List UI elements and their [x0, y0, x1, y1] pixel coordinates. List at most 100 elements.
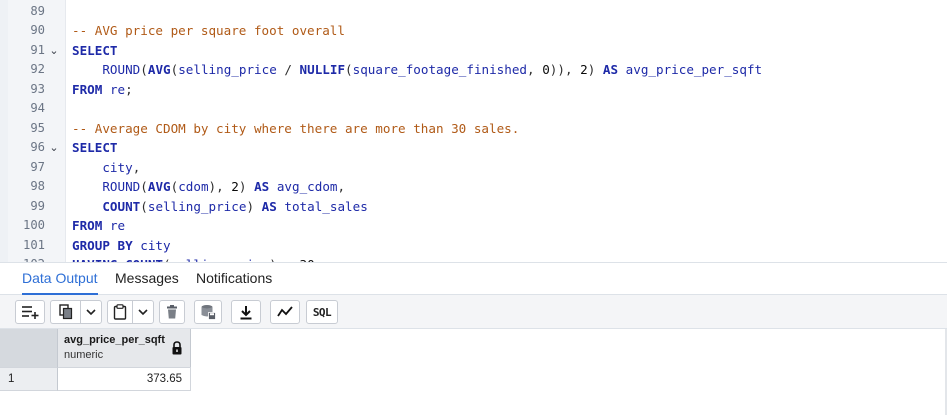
sql-label: SQL: [312, 305, 332, 319]
code-line[interactable]: 92 ROUND(AVG(selling_price / NULLIF(squa…: [0, 60, 947, 80]
code-line[interactable]: 101 GROUP BY city: [0, 236, 947, 256]
code-text: FROM re;: [72, 80, 133, 100]
code-token: ,: [337, 179, 346, 194]
fold-chevron-icon[interactable]: ⌄: [47, 41, 61, 61]
code-line[interactable]: 93 FROM re;: [0, 80, 947, 100]
line-number: 100: [22, 218, 45, 232]
add-row-button[interactable]: [15, 300, 45, 324]
code-line[interactable]: 90 -- AVG price per square foot overall: [0, 21, 947, 41]
results-toolbar: SQL: [0, 295, 947, 329]
code-token: ROUND: [102, 62, 141, 77]
code-token: -- AVG price per square foot overall: [72, 23, 345, 38]
code-token: 2: [580, 62, 588, 77]
line-number: 97: [30, 159, 45, 174]
tab-messages[interactable]: Messages: [115, 263, 179, 294]
line-number: 94: [30, 101, 45, 115]
line-number: 89: [30, 3, 45, 18]
code-token: NULLIF: [299, 62, 346, 77]
code-text: ROUND(AVG(cdom), 2) AS avg_cdom,: [72, 177, 345, 197]
code-token: ROUND: [102, 179, 141, 194]
database-save-icon: [200, 304, 216, 320]
column-header-avg-price-per-sqft[interactable]: avg_price_per_sqft numeric: [58, 329, 191, 367]
code-token: FROM: [72, 218, 103, 233]
code-text: GROUP BY city: [72, 236, 171, 256]
code-token: (: [140, 179, 148, 194]
code-token: ): [246, 198, 262, 214]
code-token: cdom: [178, 179, 209, 194]
code-token: GROUP BY: [72, 237, 133, 253]
code-token: selling_price: [147, 198, 247, 214]
code-token: ): [238, 179, 255, 194]
row-number[interactable]: 1: [0, 367, 58, 391]
code-token: avg_price_per_sqft: [625, 62, 763, 77]
code-token: SELECT: [72, 42, 118, 58]
code-token: /: [276, 62, 300, 77]
graph-visualiser-button[interactable]: [270, 300, 300, 324]
code-token: -- Average CDOM by city where there are …: [72, 120, 520, 136]
line-number: 98: [30, 179, 45, 193]
code-text: -- AVG price per square foot overall: [72, 21, 345, 41]
column-type: numeric: [64, 349, 104, 361]
data-output-grid: avg_price_per_sqft numeric 1 373.65: [0, 329, 947, 415]
code-token: square_footage_finished: [352, 62, 528, 77]
code-token: re: [109, 218, 126, 233]
code-line[interactable]: 99 COUNT(selling_price) AS total_sales: [0, 197, 947, 217]
code-text: SELECT: [72, 138, 118, 158]
code-token: FROM: [72, 81, 103, 97]
tab-data-output[interactable]: Data Output: [22, 263, 98, 295]
code-line[interactable]: 96 ⌄ SELECT: [0, 138, 947, 158]
code-line[interactable]: 95 -- Average CDOM by city where there ar…: [0, 119, 947, 139]
code-token: ): [587, 62, 603, 77]
save-data-button[interactable]: [194, 300, 222, 324]
paste-button[interactable]: [107, 300, 132, 324]
line-number: 93: [30, 81, 45, 96]
code-token: )),: [549, 62, 581, 77]
code-token: 2: [231, 179, 239, 194]
grid-corner-cell[interactable]: [0, 329, 58, 367]
code-token: AS: [261, 198, 277, 214]
code-token: (: [345, 62, 353, 77]
line-number: 90: [30, 23, 45, 37]
line-number: 96: [30, 140, 45, 154]
code-token: city: [140, 237, 171, 253]
code-text: COUNT(selling_price) AS total_sales: [72, 197, 367, 217]
copy-icon: [58, 304, 73, 320]
tab-notifications[interactable]: Notifications: [196, 263, 272, 294]
code-text: HAVING COUNT(selling_price) > 30: [72, 255, 315, 262]
code-line[interactable]: 97 city,: [0, 158, 947, 178]
code-line[interactable]: 89: [0, 2, 947, 22]
line-number: 95: [30, 120, 45, 135]
code-token: AS: [254, 179, 270, 194]
chevron-down-icon: [138, 308, 148, 316]
line-number: 101: [22, 237, 45, 252]
paste-options-button[interactable]: [132, 300, 154, 324]
code-token: selling_price: [178, 62, 277, 77]
code-token: COUNT: [102, 198, 141, 214]
line-number: 92: [30, 62, 45, 76]
sql-button[interactable]: SQL: [306, 300, 338, 324]
code-line[interactable]: 98 ROUND(AVG(cdom), 2) AS avg_cdom,: [0, 177, 947, 197]
sql-editor[interactable]: 89 90 -- AVG price per square foot overall…: [0, 0, 947, 262]
copy-button[interactable]: [50, 300, 80, 324]
add-row-icon: [21, 305, 39, 319]
code-text: ROUND(AVG(selling_price / NULLIF(square_…: [72, 60, 762, 80]
code-line[interactable]: 91 ⌄ SELECT: [0, 41, 947, 61]
code-token: avg_cdom: [276, 179, 338, 194]
code-line[interactable]: 102 HAVING COUNT(selling_price) > 30: [0, 255, 947, 262]
fold-chevron-icon[interactable]: ⌄: [47, 138, 61, 158]
code-token: AS: [602, 62, 619, 77]
delete-button[interactable]: [159, 300, 185, 324]
code-line[interactable]: 100 FROM re: [0, 216, 947, 236]
code-token: re: [109, 81, 126, 97]
copy-options-button[interactable]: [80, 300, 102, 324]
code-line[interactable]: 94: [0, 99, 947, 119]
table-cell[interactable]: 373.65: [58, 367, 191, 391]
download-button[interactable]: [231, 300, 261, 324]
